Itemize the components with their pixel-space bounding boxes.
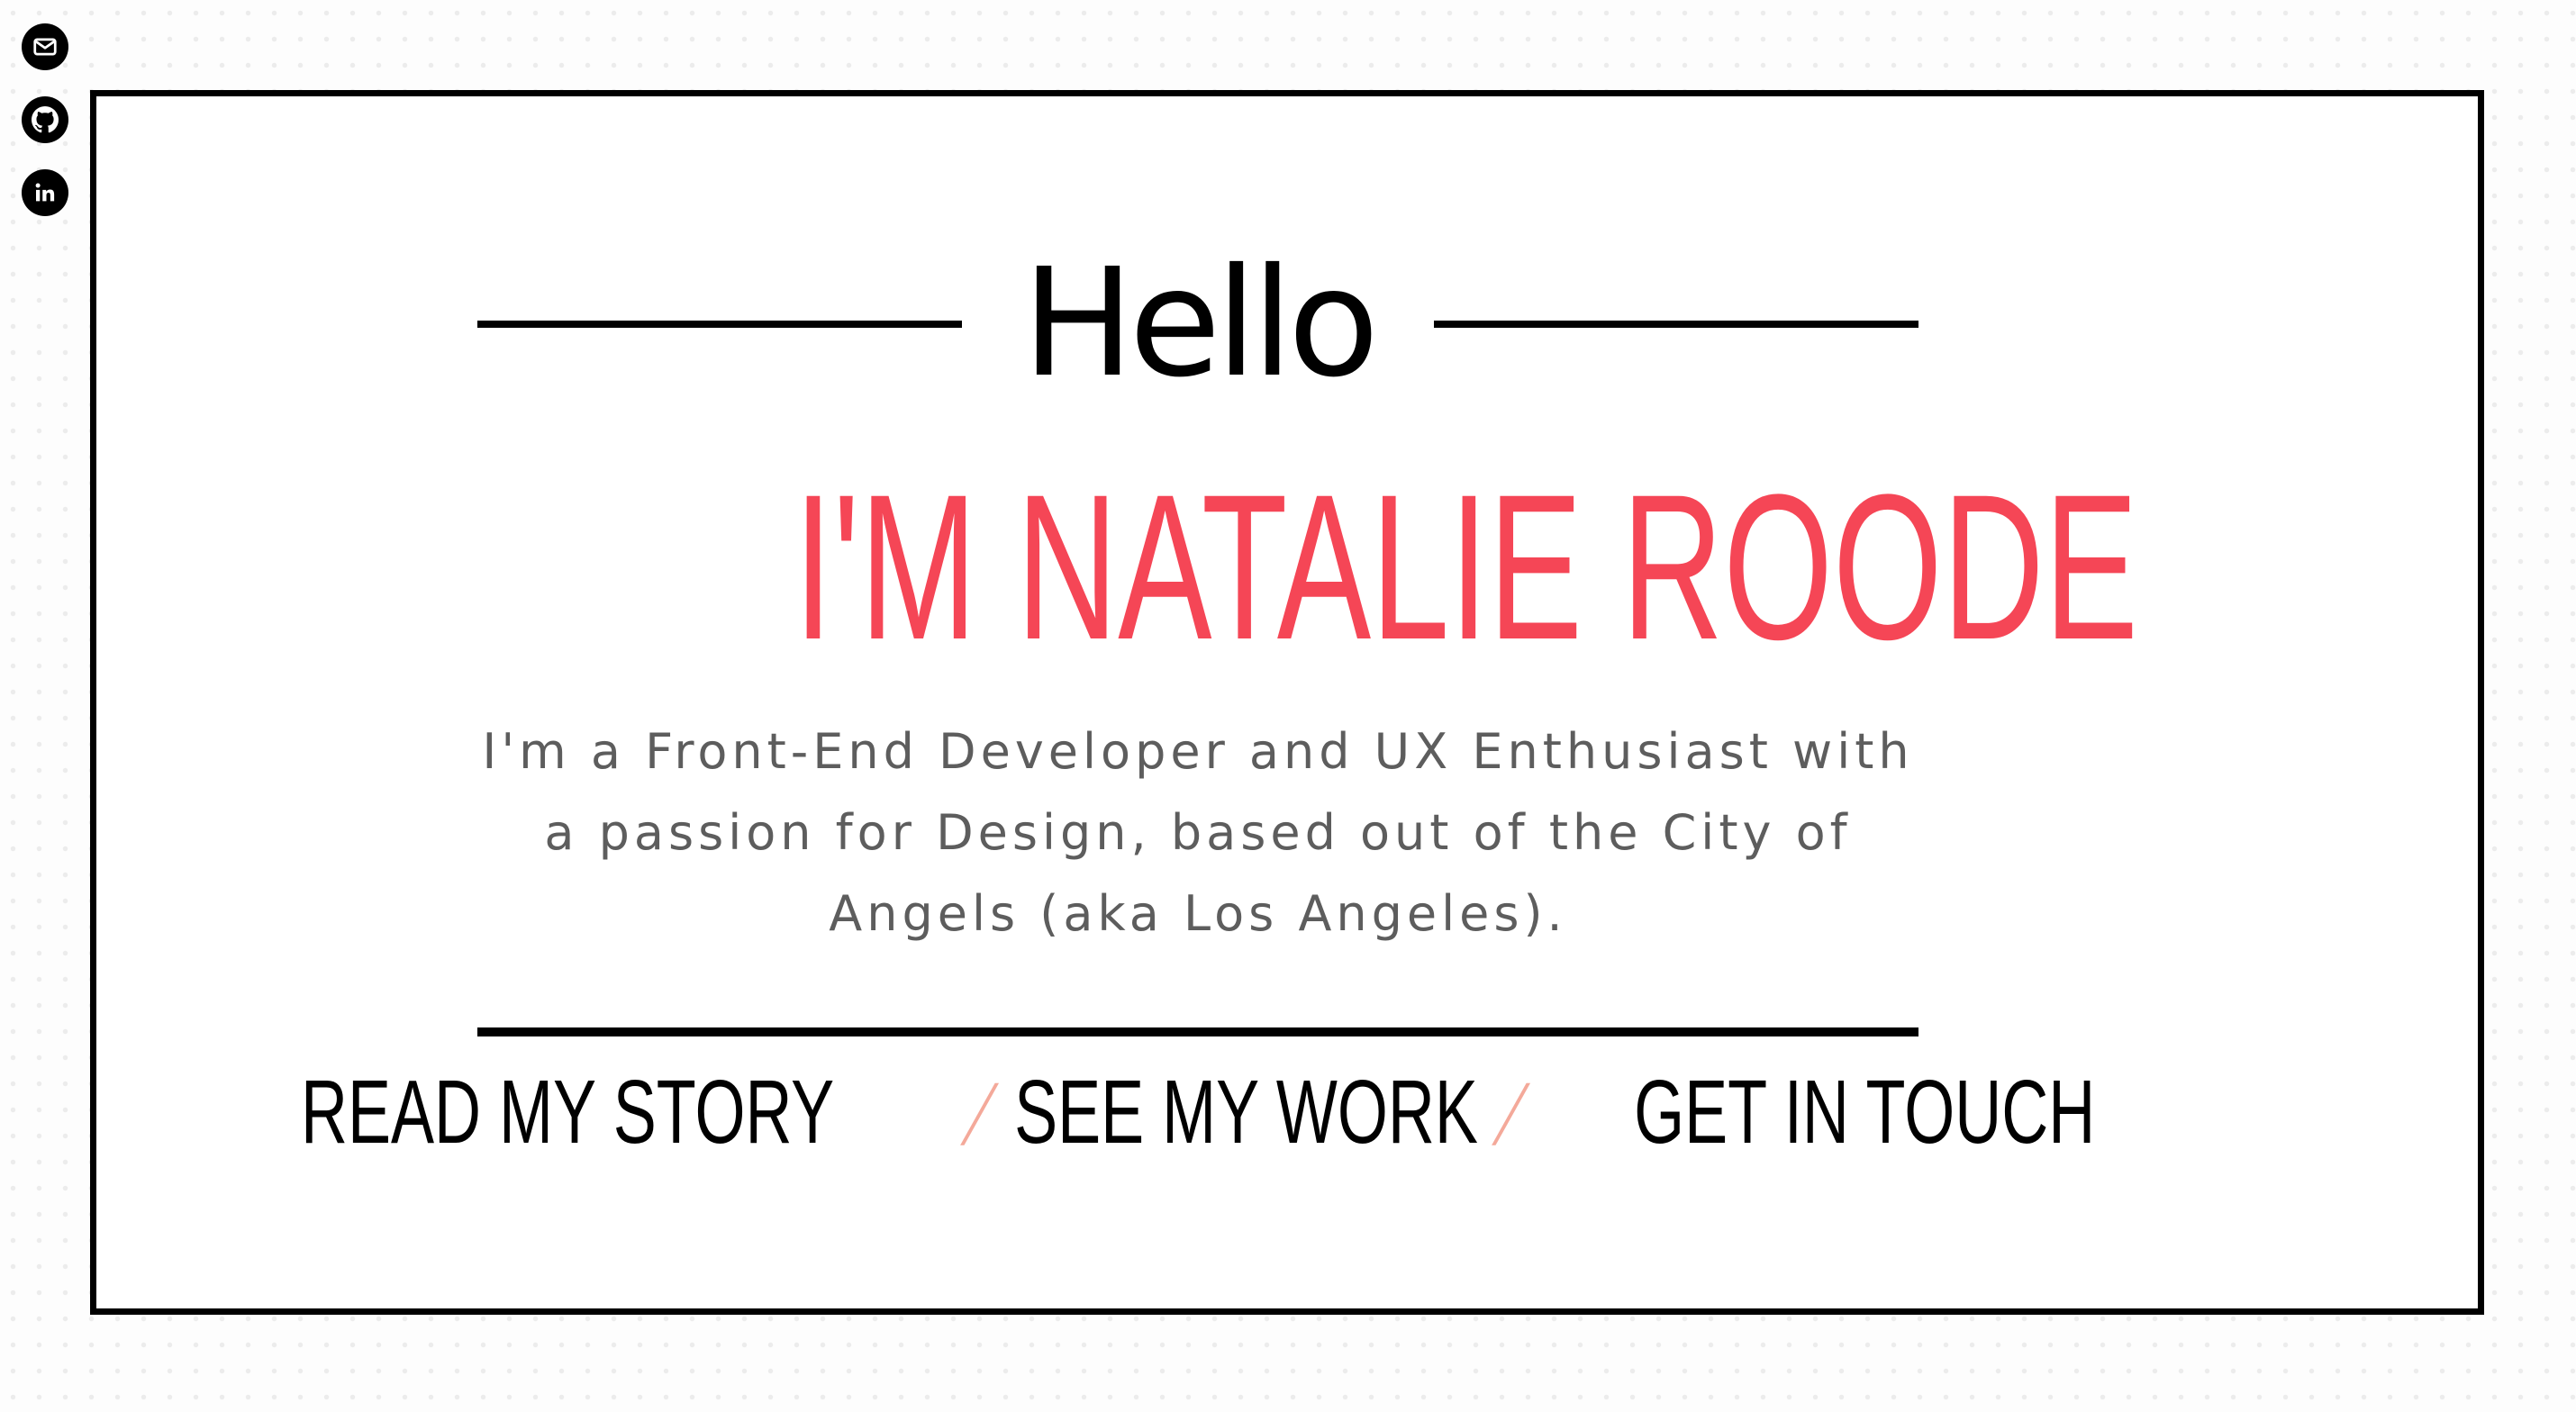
email-link[interactable] — [22, 23, 68, 70]
see-my-work-link[interactable]: SEE MY WORK — [1014, 1063, 1478, 1162]
hero-tagline: I'm a Front-End Developer and UX Enthusi… — [482, 723, 1914, 942]
github-icon — [32, 106, 59, 133]
envelope-icon — [33, 38, 57, 56]
social-links — [22, 23, 68, 216]
greeting-rule-right — [1433, 321, 1918, 328]
read-my-story-link[interactable]: READ MY STORY — [301, 1063, 834, 1162]
greeting: Hello — [1021, 237, 1380, 411]
greeting-rule-left — [477, 321, 962, 328]
hero-name-text: I'M NATALIE ROODE — [794, 451, 2138, 683]
linkedin-link[interactable] — [22, 169, 68, 216]
nav-divider — [477, 1027, 1918, 1036]
greeting-row: Hello — [477, 237, 1918, 411]
linkedin-icon — [35, 183, 55, 202]
get-in-touch-link[interactable]: GET IN TOUCH — [1634, 1063, 2095, 1162]
hero-nav: READ MY STORY / SEE MY WORK / GET IN TOU… — [301, 1063, 2095, 1162]
nav-separator: / — [1487, 1068, 1536, 1156]
hero-name: I'M NATALIE ROODE — [477, 459, 2138, 675]
github-link[interactable] — [22, 96, 68, 143]
